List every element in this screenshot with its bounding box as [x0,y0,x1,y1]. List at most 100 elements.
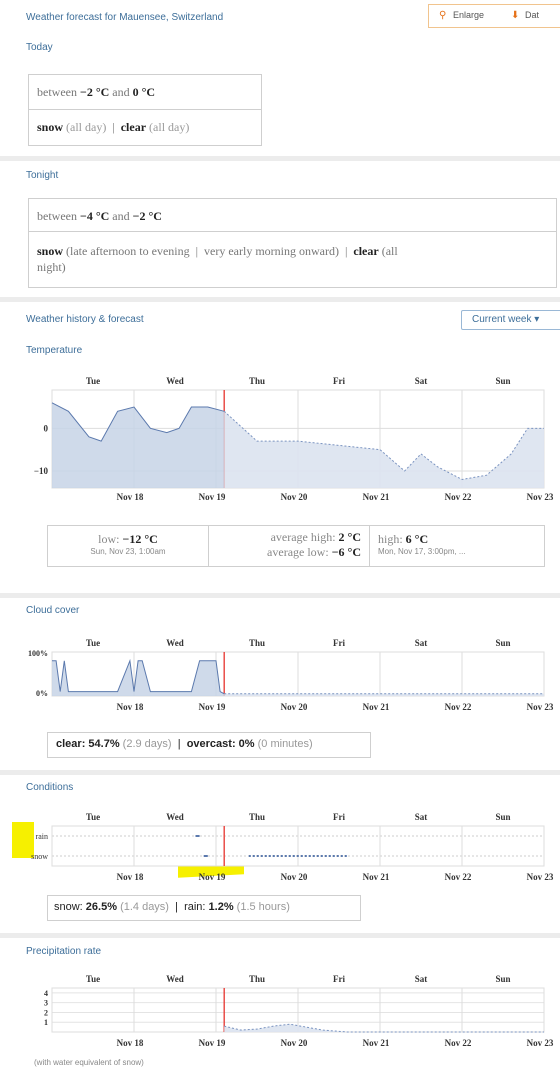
conditions-title: Conditions [26,782,74,793]
tick-label-top: Sat [415,376,428,386]
tonight-label: Tonight [26,170,59,181]
tick-label-bottom: Nov 22 [445,492,472,502]
tick-label-bottom: Nov 21 [363,492,390,502]
tick-label-top: Wed [166,638,184,648]
tick-label-top: Tue [86,974,100,984]
tick-label-bottom: Nov 22 [445,1038,472,1048]
y-tick-label: 3 [44,999,48,1008]
tick-label-bottom: Nov 23 [527,492,554,502]
category-label: snow [31,852,48,861]
today-label: Today [26,42,53,53]
precip-title: Precipitation rate [26,946,102,957]
temperature-chart: 0 −10 Tue Nov 18 Wed Nov 19 Thu Nov 20 Fri Nov 21… [34,376,554,502]
low-value: −12 °C [122,532,158,546]
today-box: between −2 °C and 0 °C snow (all day) | … [28,74,262,146]
separator [0,156,560,161]
forecast-area [224,693,544,696]
tick-label-bottom: Nov 23 [527,702,554,712]
tick-label-bottom: Nov 20 [281,872,308,882]
avg-low-value: −6 °C [331,545,361,559]
tick-label-top: Tue [86,812,100,822]
tick-label-bottom: Nov 18 [117,492,144,502]
tick-label-bottom: Nov 18 [117,702,144,712]
y-tick-label: 2 [44,1008,48,1017]
separator [0,933,560,938]
tick-label-bottom: Nov 19 [199,1038,226,1048]
tick-label-top: Sat [415,812,428,822]
y-tick-label: 1 [44,1018,48,1027]
temperature-stats: low: −12 °C Sun, Nov 23, 1:00am average … [47,525,545,567]
y-tick-label: 0 [44,423,49,433]
high-value: 6 °C [405,532,429,546]
tick-label-top: Fri [333,812,345,822]
cloud-title: Cloud cover [26,605,80,616]
page-title: Weather forecast for Mauensee, Switzerla… [26,12,224,23]
today-temp-row: between −2 °C and 0 °C [29,75,261,110]
tick-label-top: Sun [495,974,510,984]
conditions-stats: snow: 26.5% (1.4 days) | rain: 1.2% (1.5… [47,895,361,921]
tick-label-top: Fri [333,974,345,984]
separator [0,297,560,302]
cloud-stats: clear: 54.7% (2.9 days) | overcast: 0% (… [47,732,371,758]
tick-label-top: Thu [249,974,265,984]
avg-high-label: average high: [270,530,336,544]
cloud-chart: 100% 0% Tue Nov 18 Wed Nov 19 Thu Nov 20 Fri Nov … [28,638,554,712]
tick-label-bottom: Nov 21 [363,702,390,712]
precip-note: (with water equivalent of snow) [34,1058,144,1067]
tick-label-top: Tue [86,638,100,648]
today-conditions-row: snow (all day) | clear (all day) [37,120,190,134]
high-label: high: [378,532,403,546]
y-tick-label: 4 [44,989,48,998]
tick-label-bottom: Nov 18 [117,1038,144,1048]
tick-label-top: Sun [495,638,510,648]
zoom-icon[interactable]: ⚲ [439,10,446,21]
separator [0,593,560,598]
tick-label-top: Wed [166,812,184,822]
tick-label-top: Wed [166,974,184,984]
tick-label-top: Thu [249,638,265,648]
tick-label-bottom: Nov 19 [199,872,226,882]
tick-label-bottom: Nov 18 [117,872,144,882]
cloud-stats-text: clear: 54.7% (2.9 days) | overcast: 0% (… [56,738,313,750]
tonight-conditions-row: snow (late afternoon to evening | very e… [37,244,398,274]
tick-label-top: Thu [249,812,265,822]
tick-label-bottom: Nov 22 [445,872,472,882]
tick-label-bottom: Nov 23 [527,872,554,882]
tick-label-bottom: Nov 22 [445,702,472,712]
conditions-chart: rain snow Tue Nov 18 Wed Nov 19 Thu Nov 20 Fri No… [31,812,554,882]
category-label: rain [36,832,48,841]
top-toolbar: ⚲ Enlarge ⬇ Dat [428,4,560,28]
low-label: low: [98,532,120,546]
tick-label-bottom: Nov 20 [281,1038,308,1048]
tick-label-top: Tue [86,376,100,386]
tick-label-top: Sat [415,974,428,984]
enlarge-button[interactable]: Enlarge [453,10,484,20]
history-title: Weather history & forecast [26,314,144,325]
tick-label-bottom: Nov 23 [527,1038,554,1048]
precip-chart: 1234 Tue Nov 18 Wed Nov 19 Thu Nov 20 Fri Nov 21… [44,974,554,1048]
tick-label-top: Fri [333,638,345,648]
tick-label-top: Fri [333,376,345,386]
tick-label-top: Sat [415,638,428,648]
tick-label-bottom: Nov 19 [199,492,226,502]
data-button[interactable]: Dat [525,10,539,20]
y-tick-label: −10 [34,466,49,476]
download-icon[interactable]: ⬇ [511,10,519,21]
conditions-stats-text: snow: 26.5% (1.4 days) | rain: 1.2% (1.5… [54,901,290,913]
y-tick-label: 0% [36,689,48,698]
y-tick-label: 100% [28,649,48,658]
tick-label-top: Sun [495,812,510,822]
tick-label-bottom: Nov 20 [281,702,308,712]
tick-label-bottom: Nov 21 [363,1038,390,1048]
temperature-title: Temperature [26,345,83,356]
avg-high-value: 2 °C [338,530,361,544]
separator [0,770,560,775]
avg-low-label: average low: [267,545,329,559]
tick-label-bottom: Nov 21 [363,872,390,882]
period-select[interactable]: Current week ▾ [461,310,560,330]
tick-label-bottom: Nov 20 [281,492,308,502]
tick-label-top: Wed [166,376,184,386]
low-time: Sun, Nov 23, 1:00am [90,547,166,556]
tick-label-top: Sun [495,376,510,386]
tonight-temp-row: between −4 °C and −2 °C [29,199,556,232]
